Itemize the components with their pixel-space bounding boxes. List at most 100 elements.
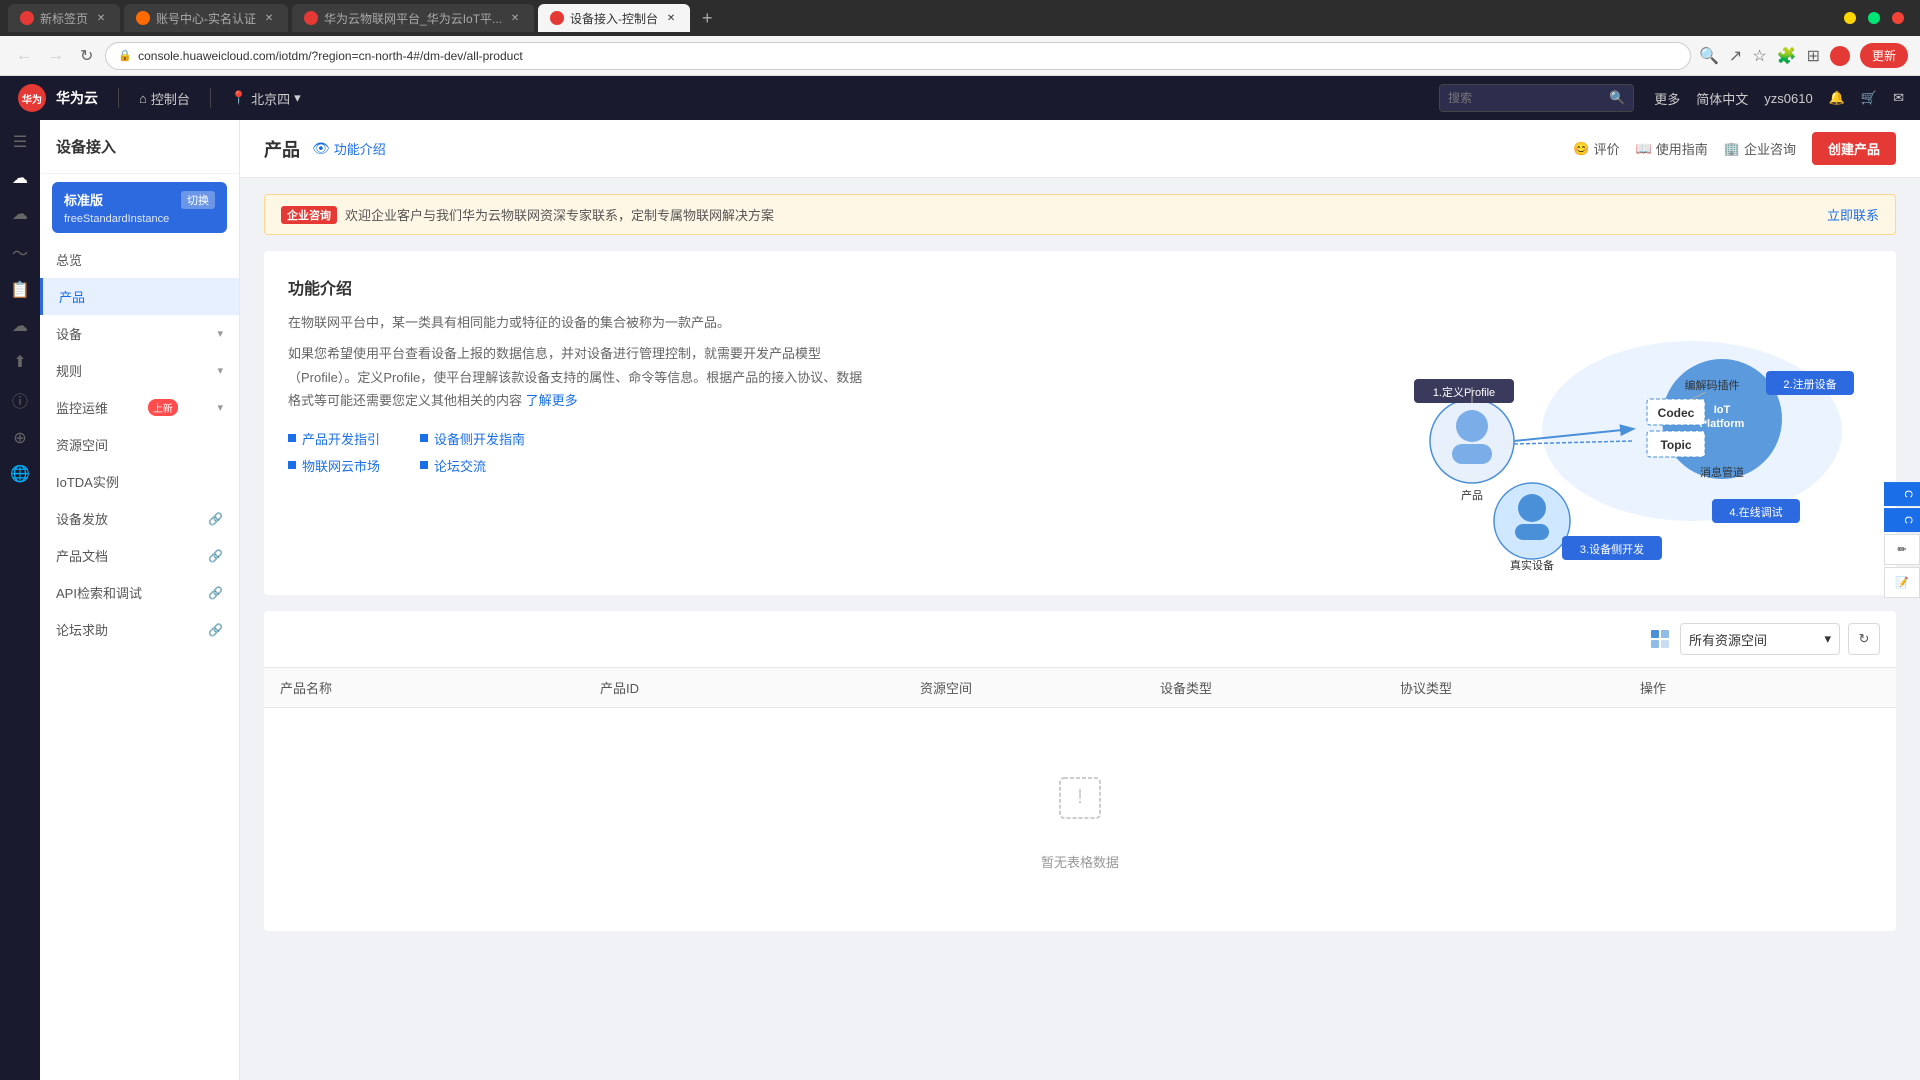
sidebar-group-icon[interactable]: ⊕	[13, 428, 26, 448]
sidebar-cloud2-icon[interactable]: ☁	[12, 204, 28, 224]
resource-label: 资源空间	[56, 435, 108, 454]
sidebar-item-device[interactable]: 设备 ▾	[40, 315, 239, 352]
sidebar-item-monitor[interactable]: 监控运维 上新 ▾	[40, 389, 239, 426]
banner-text: 欢迎企业客户与我们华为云物联网资深专家联系，定制专属物联网解决方案	[345, 205, 1819, 224]
nav-divider-2	[210, 88, 211, 108]
nav-search-box[interactable]: 🔍	[1439, 84, 1634, 112]
svg-text:Platform: Platform	[1700, 418, 1745, 430]
tab-label-4: 设备接入-控制台	[570, 10, 658, 27]
banner-tag: 企业咨询	[281, 206, 337, 224]
link-forum[interactable]: 论坛交流	[420, 456, 525, 475]
link-product-dev[interactable]: 产品开发指引	[288, 429, 380, 448]
url-bar[interactable]: 🔒 console.huaweicloud.com/iotdm/?region=…	[105, 42, 1691, 70]
sidebar-task-icon[interactable]: 📋	[10, 280, 30, 300]
tab-favicon-3	[304, 11, 318, 25]
search-icon[interactable]: 🔍	[1699, 46, 1719, 66]
more-link[interactable]: 更多	[1654, 89, 1680, 108]
sidebar-item-product[interactable]: 产品	[40, 278, 239, 315]
nav-search-input[interactable]	[1448, 91, 1603, 105]
tab-new[interactable]: 新标签页 ✕	[8, 4, 120, 32]
eye-icon: 👁	[312, 140, 330, 157]
sidebar-menu-icon[interactable]: ☰	[13, 132, 27, 152]
address-bar: ← → ↻ 🔒 console.huaweicloud.com/iotdm/?r…	[0, 36, 1920, 76]
tab-close-4[interactable]: ✕	[664, 11, 678, 25]
tab-account[interactable]: 账号中心-实名认证 ✕	[124, 4, 288, 32]
sidebar-item-api[interactable]: API检索和调试 🔗	[40, 574, 239, 611]
link-iot-market[interactable]: 物联网云市场	[288, 456, 380, 475]
new-tab-button[interactable]: +	[694, 8, 721, 29]
close-button[interactable]	[1892, 12, 1904, 24]
console-link[interactable]: ⌂ 控制台	[139, 89, 190, 108]
float-btn-c1[interactable]: C	[1884, 482, 1920, 506]
svg-text:3.设备侧开发: 3.设备侧开发	[1580, 542, 1644, 556]
resource-space-select[interactable]: 所有资源空间 ▾	[1680, 623, 1840, 655]
sidebar-item-resource[interactable]: 资源空间	[40, 426, 239, 463]
layout-icon[interactable]: ⊞	[1807, 46, 1820, 66]
float-btn-c2[interactable]: C	[1884, 508, 1920, 532]
tab-device[interactable]: 设备接入-控制台 ✕	[538, 4, 690, 32]
instance-box: 标准版 切换 freeStandardInstance	[52, 182, 227, 233]
learn-more-link[interactable]: 了解更多	[526, 393, 578, 408]
refresh-button[interactable]: ↻	[1848, 623, 1880, 655]
sidebar-item-rules[interactable]: 规则 ▾	[40, 352, 239, 389]
maximize-button[interactable]	[1868, 12, 1880, 24]
tab-iot[interactable]: 华为云物联网平台_华为云IoT平... ✕	[292, 4, 534, 32]
guide-button[interactable]: 📖 使用指南	[1636, 139, 1708, 158]
notification-icon[interactable]: 🔔	[1829, 90, 1845, 106]
share-icon[interactable]: ↗	[1729, 46, 1742, 66]
float-btn-pen[interactable]: ✏	[1884, 534, 1920, 565]
huawei-logo: 华为 华为云	[16, 82, 98, 114]
sidebar-globe-icon[interactable]: 🌐	[10, 464, 30, 484]
resource-select-arrow-icon: ▾	[1824, 631, 1831, 647]
sidebar-cloud3-icon[interactable]: ☁	[12, 316, 28, 336]
forward-button[interactable]: →	[44, 45, 68, 67]
minimize-button[interactable]	[1844, 12, 1856, 24]
svg-text:真实设备: 真实设备	[1510, 558, 1554, 571]
link-device-dev[interactable]: 设备侧开发指南	[420, 429, 525, 448]
evaluate-label: 评价	[1594, 139, 1620, 158]
svg-text:华为: 华为	[22, 93, 42, 106]
star-icon[interactable]: ☆	[1752, 46, 1766, 66]
nav-search-icon: 🔍	[1609, 90, 1625, 106]
sidebar-item-proddoc[interactable]: 产品文档 🔗	[40, 537, 239, 574]
header-actions: 😊 评价 📖 使用指南 🏢 企业咨询 创建产品	[1573, 132, 1896, 165]
guide-label: 使用指南	[1656, 139, 1708, 158]
float-btn-note[interactable]: 📝	[1884, 567, 1920, 598]
banner-link[interactable]: 立即联系	[1827, 205, 1879, 224]
update-button[interactable]: 更新	[1860, 43, 1908, 68]
tab-close-2[interactable]: ✕	[262, 11, 276, 25]
back-button[interactable]: ←	[12, 45, 36, 67]
evaluate-button[interactable]: 😊 评价	[1573, 139, 1619, 158]
func-intro-link[interactable]: 👁 功能介绍	[312, 139, 386, 158]
create-product-button[interactable]: 创建产品	[1812, 132, 1896, 165]
sidebar-info-icon[interactable]: ⓘ	[12, 388, 28, 412]
nav-divider-1	[118, 88, 119, 108]
api-ext-icon: 🔗	[208, 586, 223, 600]
sidebar-item-devrelease[interactable]: 设备发放 🔗	[40, 500, 239, 537]
cart-icon[interactable]: 🛒	[1861, 90, 1877, 106]
sidebar-item-overview[interactable]: 总览	[40, 241, 239, 278]
architecture-diagram: IoT Platform Codec Topic 编解码插件 消息管道	[1352, 311, 1872, 571]
sidebar-wave-icon[interactable]: 〜	[12, 240, 28, 264]
tab-close-3[interactable]: ✕	[508, 11, 522, 25]
left-nav: 设备接入 标准版 切换 freeStandardInstance 总览 产品 设…	[40, 120, 240, 1080]
sidebar-cloud-icon[interactable]: ☁	[12, 168, 28, 188]
sidebar-item-iotda[interactable]: IoTDA实例	[40, 463, 239, 500]
instance-switch-button[interactable]: 切换	[181, 191, 215, 209]
mail-icon[interactable]: ✉	[1893, 90, 1904, 106]
user-avatar-icon[interactable]	[1830, 46, 1850, 66]
feature-desc-p2: 如果您希望使用平台查看设备上报的数据信息，并对设备进行管理控制，就需要开发产品模…	[288, 342, 873, 412]
consult-button[interactable]: 🏢 企业咨询	[1724, 139, 1796, 158]
sidebar-upload-icon[interactable]: ⬆	[13, 352, 26, 372]
link-device-dev-label: 设备侧开发指南	[434, 429, 525, 448]
user-menu[interactable]: yzs0610	[1764, 91, 1812, 106]
col-product-name: 产品名称	[280, 678, 600, 697]
region-selector[interactable]: 📍 北京四 ▾	[231, 89, 301, 108]
feature-content: 在物联网平台中，某一类具有相同能力或特征的设备的集合被称为一款产品。 如果您希望…	[288, 311, 1872, 571]
reload-button[interactable]: ↻	[76, 44, 97, 68]
tab-close-1[interactable]: ✕	[94, 11, 108, 25]
sidebar-item-forum[interactable]: 论坛求助 🔗	[40, 611, 239, 648]
lang-switcher[interactable]: 简体中文	[1696, 89, 1748, 108]
resource-space-icon	[1648, 627, 1672, 651]
puzzle-icon[interactable]: 🧩	[1777, 46, 1797, 66]
